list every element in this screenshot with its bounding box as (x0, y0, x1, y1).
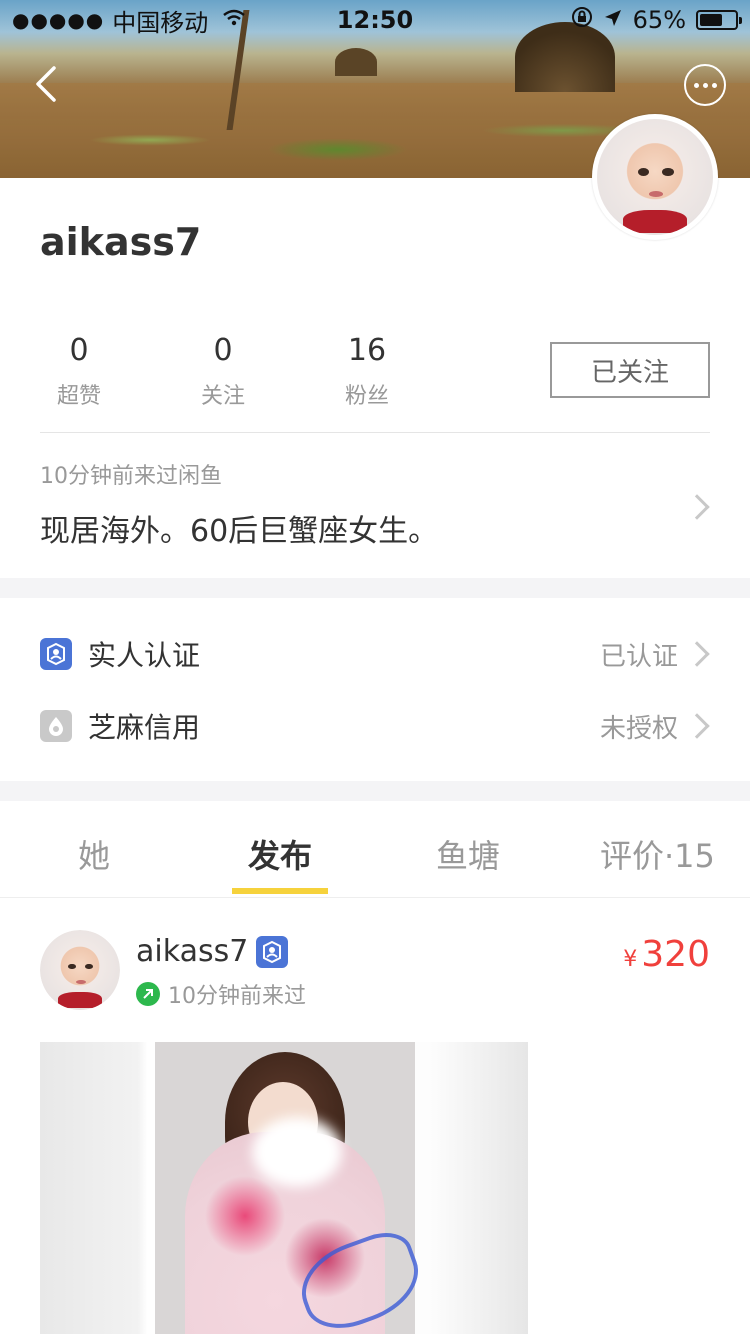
profile-username: aikass7 (40, 220, 202, 264)
seller-name[interactable]: aikass7 (136, 934, 248, 969)
real-person-icon (40, 638, 72, 670)
seller-last-seen: 10分钟前来过 (136, 978, 306, 1010)
stat-label: 超赞 (56, 384, 101, 409)
item-price: ¥320 (623, 934, 710, 975)
last-seen-text: 10分钟前来过闲鱼 (40, 464, 222, 489)
battery-icon (696, 10, 742, 30)
sesame-credit-icon (40, 710, 72, 742)
price-value: 320 (641, 934, 710, 975)
banner-hut-small (335, 48, 377, 76)
tab-reviews[interactable]: 评价·15 (600, 831, 715, 877)
seller-avatar[interactable] (40, 930, 120, 1010)
tab-her[interactable]: 她 (78, 831, 110, 877)
avatar-image (40, 930, 120, 1010)
stat-number: 16 (347, 333, 387, 368)
more-options-button[interactable] (684, 64, 726, 106)
verify-label: 芝麻信用 (88, 711, 201, 744)
dot-icon (702, 82, 708, 88)
profile-stats: 0 超赞 0 关注 16 粉丝 (40, 333, 406, 410)
stat-following[interactable]: 0 关注 (184, 333, 262, 410)
clock-time: 12:50 (336, 6, 414, 34)
verified-badge-icon (256, 936, 288, 968)
stat-number: 0 (213, 333, 233, 368)
profile-tabs: 她 发布 鱼塘 评价·15 (0, 801, 750, 898)
avatar-image (597, 119, 713, 235)
chevron-right-icon (684, 641, 710, 667)
verify-row-sesame[interactable]: 芝麻信用 未授权 (0, 696, 750, 756)
verification-card: 实人认证 已认证 芝麻信用 未授权 (0, 598, 750, 781)
followed-button[interactable]: 已关注 (550, 342, 710, 398)
profile-card: aikass7 0 超赞 0 关注 16 粉丝 已关注 10分钟前来过闲鱼 现居… (0, 178, 750, 578)
profile-bio[interactable]: 现居海外。60后巨蟹座女生。 (40, 506, 438, 550)
chevron-right-icon (684, 713, 710, 739)
stat-likes[interactable]: 0 超赞 (40, 333, 118, 410)
stat-number: 0 (69, 333, 89, 368)
back-button[interactable] (26, 62, 66, 106)
seen-text: 10分钟前来过 (168, 984, 306, 1009)
active-tab-indicator (232, 888, 328, 894)
verify-status: 未授权 (599, 713, 678, 744)
tab-fish-pond[interactable]: 鱼塘 (436, 831, 500, 877)
profile-avatar[interactable] (592, 114, 718, 240)
verify-status: 已认证 (599, 641, 678, 672)
dot-icon (711, 82, 717, 88)
dot-icon (693, 82, 699, 88)
chevron-right-icon[interactable] (684, 494, 710, 520)
published-feed: aikass7 10分钟前来过 ¥320 (0, 898, 750, 1334)
stat-label: 关注 (200, 384, 245, 409)
battery-fill (700, 14, 723, 26)
stat-label: 粉丝 (344, 384, 389, 409)
currency-symbol: ¥ (623, 947, 638, 972)
verify-row-real-person[interactable]: 实人认证 已认证 (0, 624, 750, 684)
activity-arrow-icon (136, 982, 160, 1006)
divider (40, 432, 710, 433)
stat-fans[interactable]: 16 粉丝 (328, 333, 406, 410)
tab-published[interactable]: 发布 (248, 831, 312, 877)
verify-label: 实人认证 (88, 639, 201, 672)
status-bar: ●●●●● 中国移动 12:50 65% (0, 0, 750, 40)
item-photo[interactable] (40, 1042, 528, 1334)
